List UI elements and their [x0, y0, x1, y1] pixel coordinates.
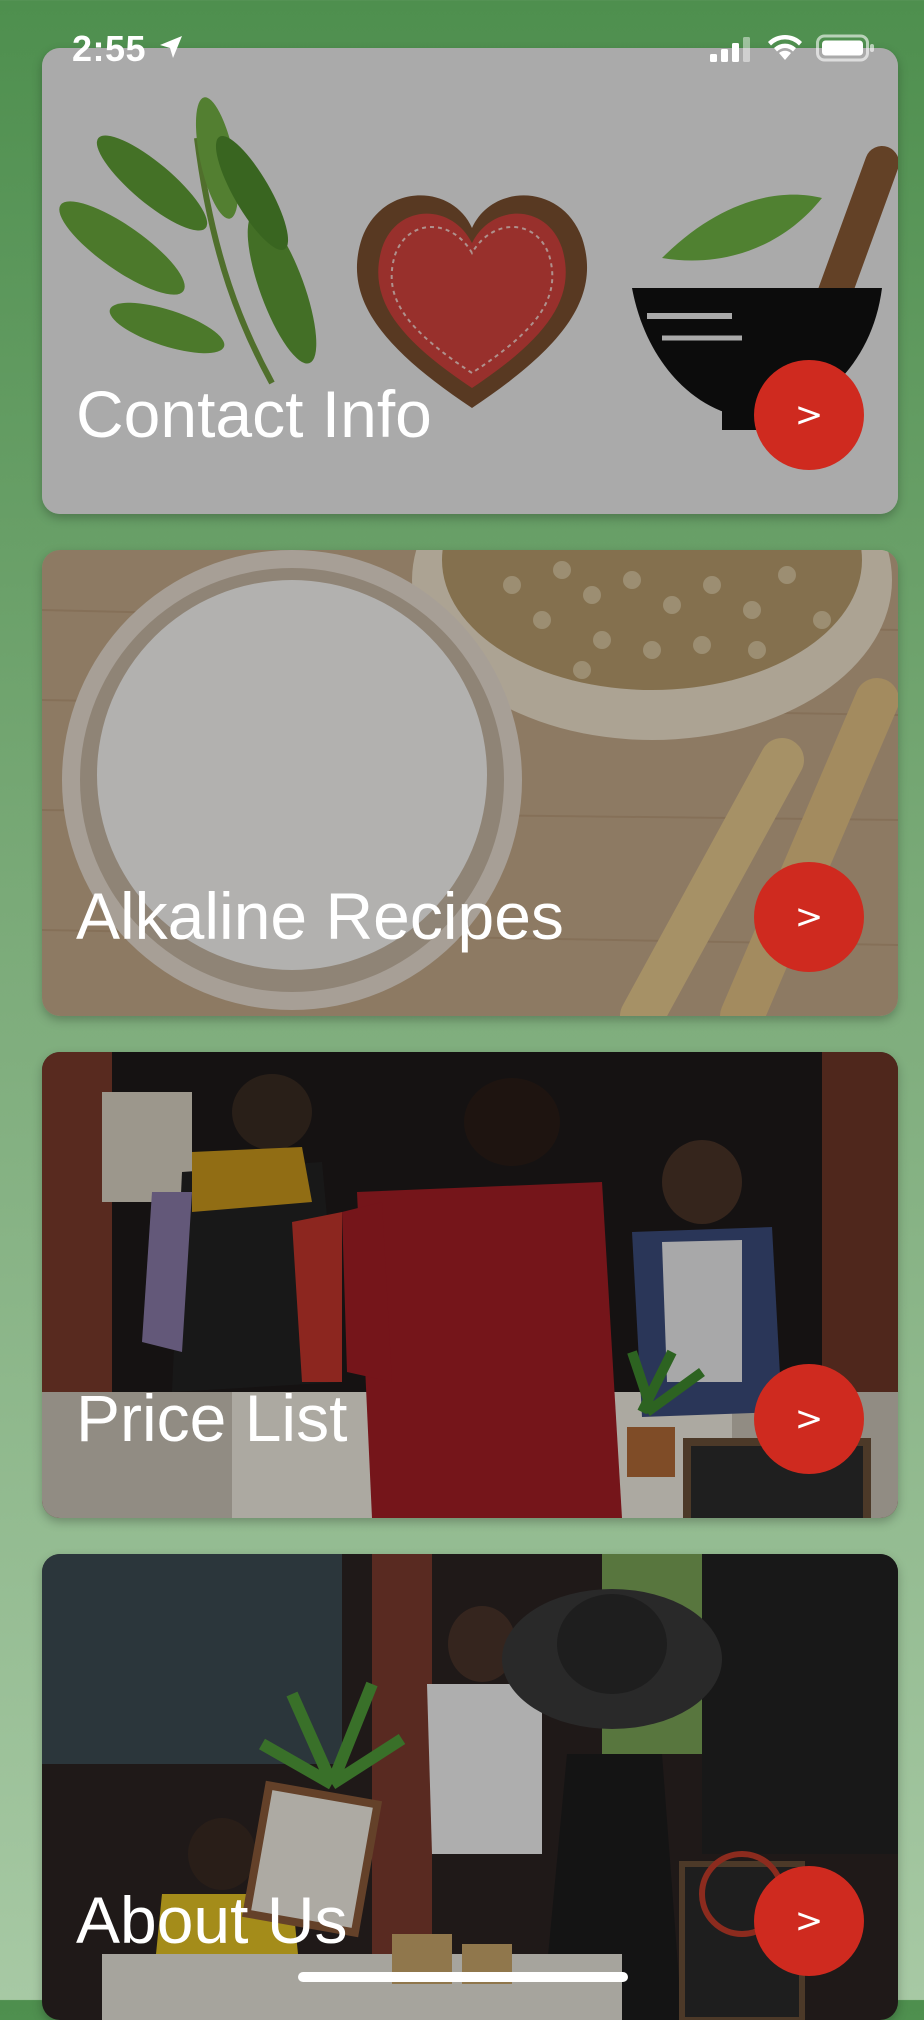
- about-us-go-button[interactable]: >: [754, 1866, 864, 1976]
- price-list-go-button[interactable]: >: [754, 1364, 864, 1474]
- card-title: Price List: [76, 1381, 348, 1455]
- status-time: 2:55: [72, 28, 147, 69]
- card-title: Alkaline Recipes: [76, 879, 564, 953]
- card-price-list[interactable]: Price List >: [42, 1052, 898, 1518]
- status-bar: 2:55: [0, 0, 924, 100]
- card-alkaline-recipes[interactable]: Alkaline Recipes >: [42, 550, 898, 1016]
- contact-info-go-button[interactable]: >: [754, 360, 864, 470]
- cellular-signal-icon: [710, 37, 750, 62]
- home-indicator[interactable]: [298, 1972, 628, 1982]
- chevron-right-icon: >: [794, 1901, 824, 1941]
- card-about-us[interactable]: About Us >: [42, 1554, 898, 2020]
- chevron-right-icon: >: [794, 395, 824, 435]
- battery-icon: [816, 34, 874, 62]
- card-title: About Us: [76, 1883, 348, 1957]
- wifi-icon: [768, 34, 802, 60]
- chevron-right-icon: >: [794, 897, 824, 937]
- chevron-right-icon: >: [794, 1399, 824, 1439]
- card-title: Contact Info: [76, 377, 432, 451]
- location-arrow-icon: [160, 36, 182, 58]
- alkaline-recipes-go-button[interactable]: >: [754, 862, 864, 972]
- card-contact-info[interactable]: Contact Info >: [42, 48, 898, 514]
